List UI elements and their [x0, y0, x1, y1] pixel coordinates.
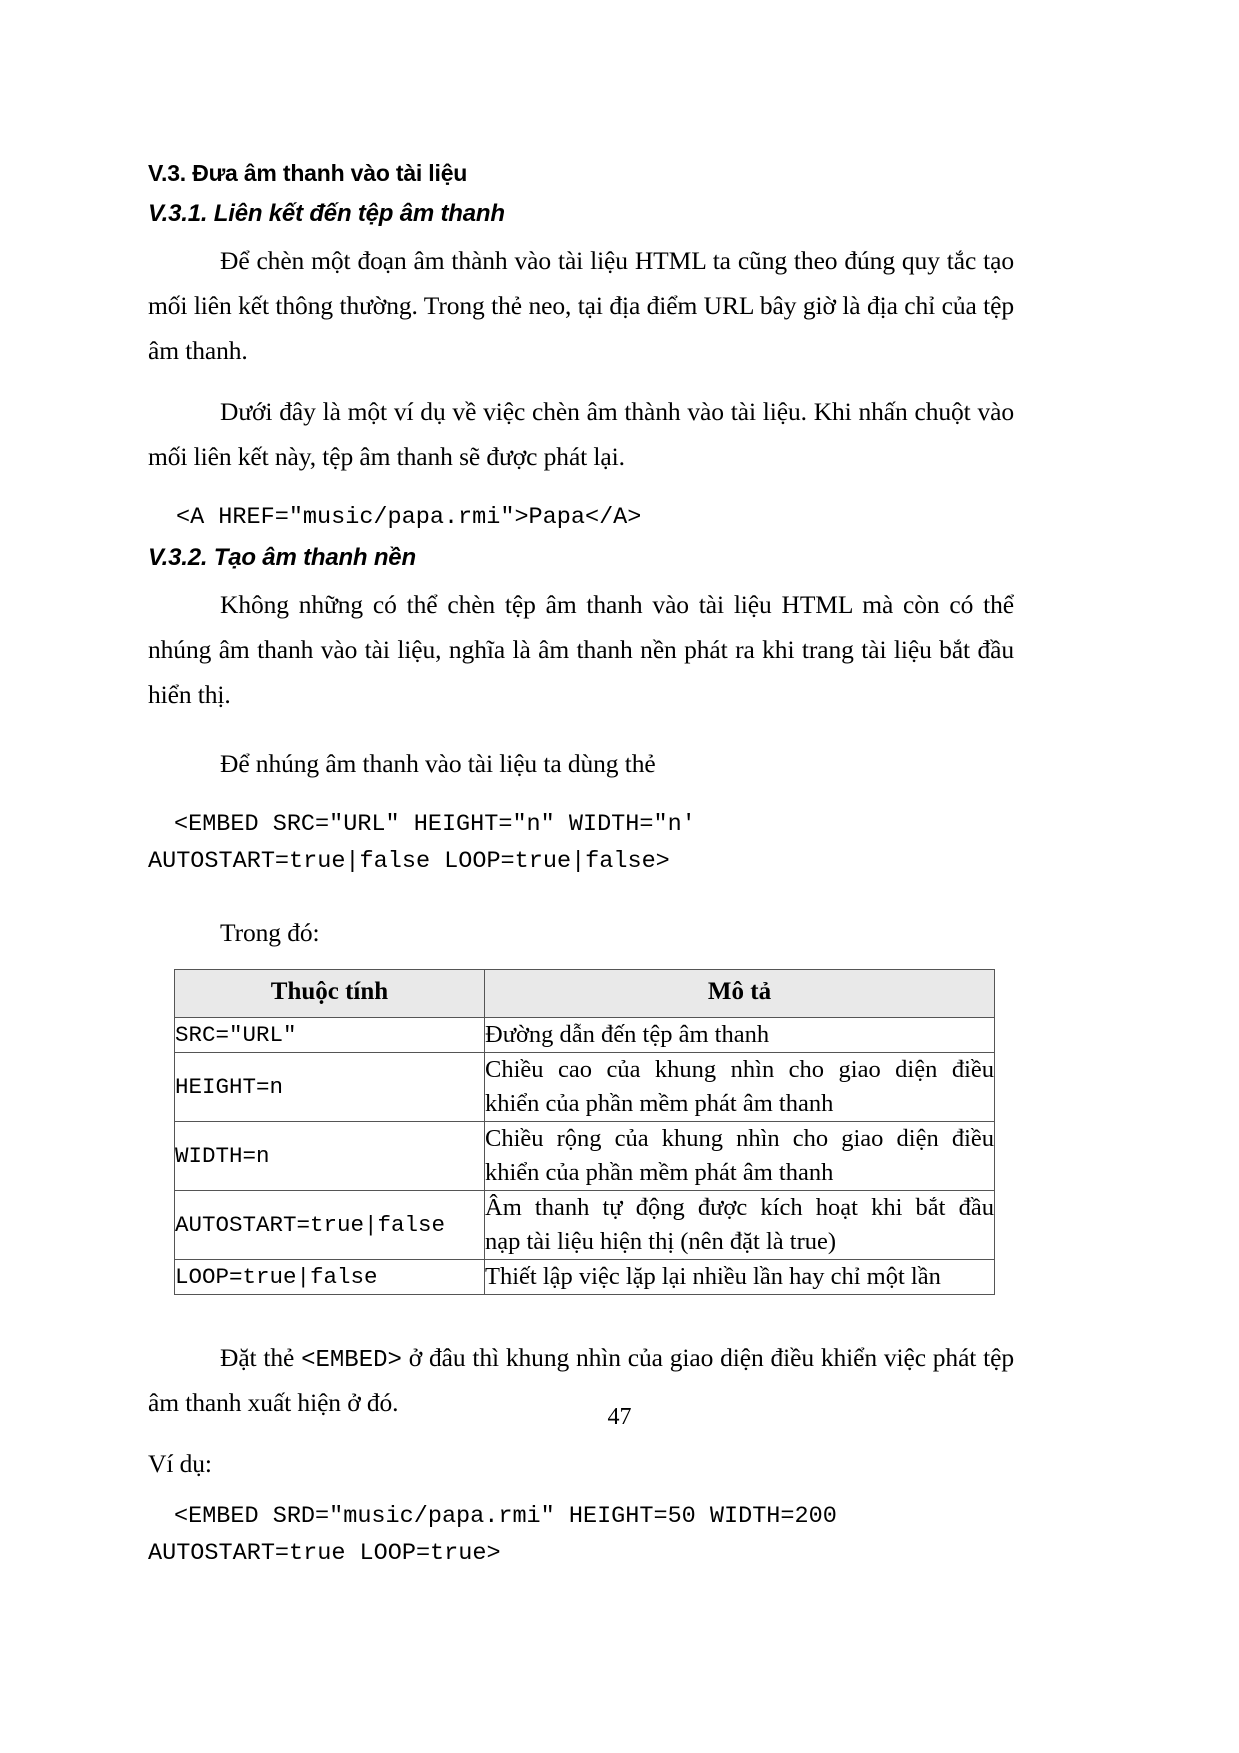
page-content: V.3. Đưa âm thanh vào tài liệu V.3.1. Li… — [148, 160, 1014, 1572]
attributes-table: Thuộc tính Mô tả SRC=″URL″ Đường dẫn đến… — [174, 968, 995, 1295]
code-embed-syntax-line2: AUTOSTART=true|false LOOP=true|false> — [148, 847, 670, 875]
cell-description: Thiết lập việc lặp lại nhiều lần hay chỉ… — [484, 1258, 995, 1295]
description-line: khiển của phần mềm phát âm thanh — [485, 1158, 834, 1186]
section-heading-v3: V.3. Đưa âm thanh vào tài liệu — [148, 160, 468, 186]
table-body: SRC=″URL″ Đường dẫn đến tệp âm thanh HEI… — [174, 1016, 995, 1295]
table-row: LOOP=true|false Thiết lập việc lặp lại n… — [174, 1258, 995, 1295]
cell-description: Chiều cao của khung nhìn cho giao diện đ… — [484, 1051, 995, 1122]
cell-attribute: WIDTH=n — [174, 1120, 485, 1191]
page-number: 47 — [607, 1404, 632, 1430]
cell-description: Đường dẫn đến tệp âm thanh — [484, 1016, 995, 1053]
code-embed-example-line1: <EMBED SRD=″music/papa.rmi″ HEIGHT=50 WI… — [174, 1502, 837, 1530]
description-line: nạp tài liệu hiện thị (nên đặt là true) — [485, 1227, 837, 1255]
description-line: Chiều cao của khung nhìn cho giao diện đ… — [485, 1055, 994, 1083]
table-row: SRC=″URL″ Đường dẫn đến tệp âm thanh — [174, 1016, 995, 1053]
description-line: Âm thanh tự động được kích hoạt khi bắt … — [485, 1193, 994, 1221]
paragraph-example-intro: Dưới đây là một ví dụ về việc chèn âm th… — [148, 397, 1014, 472]
cell-attribute: LOOP=true|false — [174, 1258, 485, 1295]
paragraph-intro-link-audio: Để chèn một đoạn âm thành vào tài liệu H… — [148, 246, 1014, 366]
paragraph-background-audio: Không những có thể chèn tệp âm thanh vào… — [148, 589, 1014, 709]
paragraph-table-intro: Trong đó: — [220, 917, 320, 947]
cell-attribute: AUTOSTART=true|false — [174, 1189, 485, 1260]
paragraph-prefix: Đặt thẻ — [220, 1342, 302, 1372]
paragraph-embed-intro: Để nhúng âm thanh vào tài liệu ta dùng t… — [220, 748, 656, 778]
cell-description: Chiều rộng của khung nhìn cho giao diện … — [484, 1120, 995, 1191]
column-header-description: Mô tả — [484, 968, 995, 1018]
description-line: Chiều rộng của khung nhìn cho giao diện … — [485, 1124, 994, 1152]
column-header-attribute: Thuộc tính — [174, 968, 485, 1018]
attributes-table-wrapper: Thuộc tính Mô tả SRC=″URL″ Đường dẫn đến… — [174, 968, 995, 1295]
table-header-row: Thuộc tính Mô tả — [174, 968, 995, 1018]
table-header: Thuộc tính Mô tả — [174, 968, 995, 1018]
code-anchor-example: <A HREF=″music/papa.rmi″>Papa</A> — [176, 504, 642, 532]
document-page: V.3. Đưa âm thanh vào tài liệu V.3.1. Li… — [0, 0, 1239, 1753]
subsection-heading-v31: V.3.1. Liên kết đến tệp âm thanh — [148, 200, 505, 228]
description-line: Thiết lập việc lặp lại nhiều lần hay chỉ… — [485, 1262, 941, 1290]
paragraph-vidu-label: Ví dụ: — [148, 1448, 212, 1478]
inline-code-embed: <EMBED> — [301, 1346, 402, 1374]
table-row: AUTOSTART=true|false Âm thanh tự động đư… — [174, 1189, 995, 1260]
cell-attribute-text: AUTOSTART=true|false — [175, 1207, 446, 1242]
cell-attribute: HEIGHT=n — [174, 1051, 485, 1122]
subsection-heading-v32: V.3.2. Tạo âm thanh nền — [148, 544, 416, 572]
code-embed-example-line2: AUTOSTART=true LOOP=true> — [148, 1539, 501, 1567]
description-line: khiển của phần mềm phát âm thanh — [485, 1089, 834, 1117]
code-embed-syntax-line1: <EMBED SRC=″URL″ HEIGHT=″n″ WIDTH=″n′ — [174, 810, 696, 838]
description-line: Đường dẫn đến tệp âm thanh — [485, 1020, 770, 1048]
cell-description: Âm thanh tự động được kích hoạt khi bắt … — [484, 1189, 995, 1260]
cell-attribute: SRC=″URL″ — [174, 1016, 485, 1053]
table-row: HEIGHT=n Chiều cao của khung nhìn cho gi… — [174, 1051, 995, 1122]
table-row: WIDTH=n Chiều rộng của khung nhìn cho gi… — [174, 1120, 995, 1191]
